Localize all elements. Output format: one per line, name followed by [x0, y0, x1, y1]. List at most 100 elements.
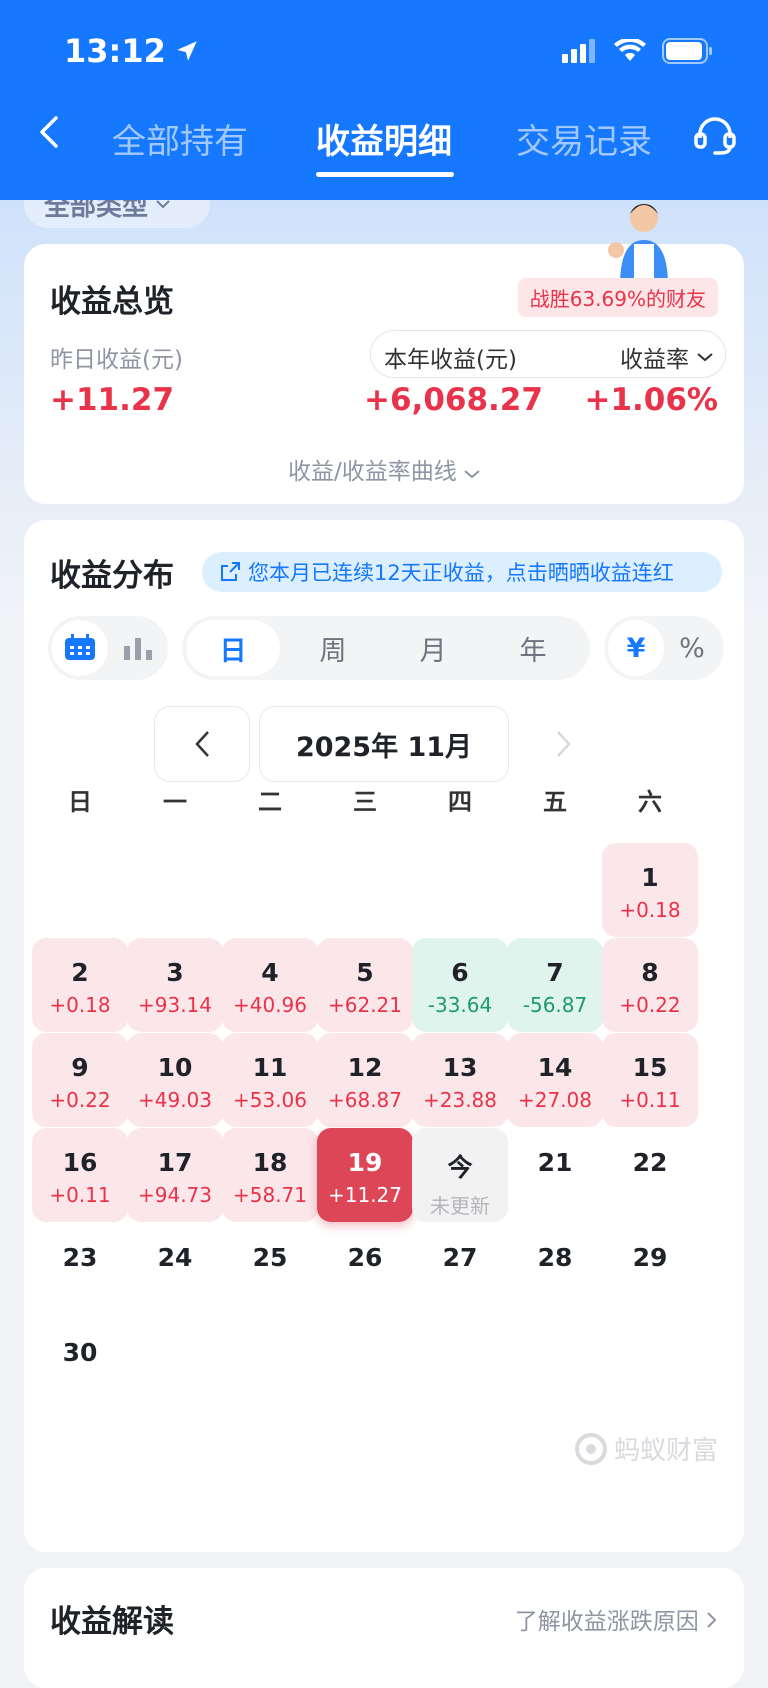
chevron-right-icon	[557, 731, 571, 757]
calendar-day[interactable]: 23	[32, 1223, 128, 1317]
period-week[interactable]: 周	[286, 620, 380, 676]
calendar-day[interactable]: 2 +0.18	[32, 938, 128, 1032]
calendar-day[interactable]: 7 -56.87	[507, 938, 603, 1032]
tab-earnings-detail[interactable]: 收益明细	[316, 114, 452, 163]
day-earnings: +0.22	[49, 1088, 111, 1112]
tab-transaction-records[interactable]: 交易记录	[516, 114, 652, 163]
calendar-day[interactable]: 4 +40.96	[222, 938, 318, 1032]
calendar-day[interactable]: 10 +49.03	[127, 1033, 223, 1127]
app-header: 13:12 全部持有 收益明细 交易记录	[0, 0, 768, 200]
day-number: 今	[447, 1153, 473, 1182]
next-month-button[interactable]	[516, 706, 612, 782]
calendar-day[interactable]: 30	[32, 1318, 128, 1412]
yesterday-earnings-label: 昨日收益(元)	[50, 347, 183, 373]
day-earnings: +49.03	[137, 1088, 212, 1112]
period-month[interactable]: 月	[386, 620, 480, 676]
calendar-day[interactable]: 11 +53.06	[222, 1033, 318, 1127]
share-icon	[221, 562, 240, 581]
tab-all-holdings[interactable]: 全部持有	[112, 114, 248, 163]
yesterday-earnings-value: +11.27	[50, 382, 175, 418]
calendar-day[interactable]: 19 +11.27	[317, 1128, 413, 1222]
day-number: 23	[62, 1243, 98, 1272]
calendar-day[interactable]: 16 +0.11	[32, 1128, 128, 1222]
unit-amount[interactable]: ¥	[608, 620, 664, 676]
day-number: 15	[632, 1053, 668, 1082]
day-earnings: +94.73	[137, 1183, 212, 1207]
calendar-day[interactable]: 17 +94.73	[127, 1128, 223, 1222]
day-number: 25	[252, 1243, 288, 1272]
day-number: 8	[641, 958, 659, 987]
distribution-title: 收益分布	[50, 558, 174, 594]
brand-watermark: 蚂蚁财富	[574, 1430, 718, 1467]
calendar-day[interactable]: 6 -33.64	[412, 938, 508, 1032]
day-earnings: +11.27	[327, 1183, 402, 1207]
day-number: 1	[641, 863, 659, 892]
earnings-analysis-card: 收益解读 了解收益涨跌原因	[24, 1568, 744, 1688]
calendar-view-button[interactable]	[52, 620, 108, 676]
earnings-distribution-card: 收益分布 您本月已连续12天正收益，点击晒晒收益连红 日 周 月 年 ¥ % 2…	[24, 520, 744, 1552]
calendar-day[interactable]: 5 +62.21	[317, 938, 413, 1032]
calendar-day[interactable]: 8 +0.22	[602, 938, 698, 1032]
weekday-label: 六	[638, 788, 662, 816]
calendar-day[interactable]: 24	[127, 1223, 223, 1317]
calendar-day[interactable]: 27	[412, 1223, 508, 1317]
calendar-day[interactable]: 9 +0.22	[32, 1033, 128, 1127]
calendar-day[interactable]: 15 +0.11	[602, 1033, 698, 1127]
active-tab-indicator	[316, 172, 454, 177]
calendar-day[interactable]: 29	[602, 1223, 698, 1317]
unit-percent[interactable]: %	[664, 620, 720, 676]
day-number: 18	[252, 1148, 288, 1177]
wifi-icon	[614, 39, 646, 61]
rank-badge: 战胜63.69%的财友	[517, 278, 718, 317]
day-earnings: +27.08	[517, 1088, 592, 1112]
period-day[interactable]: 日	[186, 620, 280, 676]
day-number: 9	[71, 1053, 89, 1082]
calendar-day[interactable]: 21	[507, 1128, 603, 1222]
calendar-day[interactable]: 26	[317, 1223, 413, 1317]
location-arrow-icon	[177, 41, 197, 61]
day-earnings: -56.87	[522, 993, 588, 1017]
calendar-day[interactable]: 18 +58.71	[222, 1128, 318, 1222]
day-number: 12	[347, 1053, 383, 1082]
curve-toggle[interactable]: 收益/收益率曲线	[24, 452, 744, 486]
calendar-day[interactable]: 3 +93.14	[127, 938, 223, 1032]
bar-view-button[interactable]	[110, 620, 166, 676]
weekday-label: 一	[163, 788, 187, 816]
rate-label: 收益率	[620, 347, 689, 373]
day-earnings: +40.96	[232, 993, 307, 1017]
customer-service-icon[interactable]	[692, 112, 738, 158]
battery-icon	[662, 38, 712, 64]
weekday-label: 四	[448, 788, 472, 816]
calendar-day[interactable]: 今未更新	[412, 1128, 508, 1222]
analysis-link[interactable]: 了解收益涨跌原因	[515, 1602, 718, 1636]
calendar-day[interactable]: 25	[222, 1223, 318, 1317]
day-earnings: +62.21	[327, 993, 402, 1017]
day-earnings: +0.18	[619, 898, 681, 922]
status-bar: 13:12	[0, 30, 768, 74]
chevron-right-icon	[707, 1612, 717, 1628]
day-number: 29	[632, 1243, 668, 1272]
weekday-label: 五	[543, 788, 567, 816]
day-earnings: +0.11	[49, 1183, 111, 1207]
period-year[interactable]: 年	[486, 620, 580, 676]
calendar-day[interactable]: 13 +23.88	[412, 1033, 508, 1127]
calendar-day[interactable]: 1 +0.18	[602, 843, 698, 937]
analysis-link-text: 了解收益涨跌原因	[514, 1609, 699, 1635]
day-number: 16	[62, 1148, 98, 1177]
rate-dropdown[interactable]: 收益率	[620, 340, 713, 374]
prev-month-button[interactable]	[154, 706, 250, 782]
month-label: 2025年 11月	[259, 706, 509, 782]
day-number: 10	[157, 1053, 193, 1082]
day-earnings: +93.14	[137, 993, 212, 1017]
calendar-day[interactable]: 12 +68.87	[317, 1033, 413, 1127]
chevron-down-icon	[697, 353, 713, 362]
day-number: 14	[537, 1053, 573, 1082]
top-nav: 全部持有 收益明细 交易记录	[0, 100, 768, 180]
streak-banner[interactable]: 您本月已连续12天正收益，点击晒晒收益连红	[202, 552, 722, 592]
view-mode-toggle	[48, 616, 168, 680]
calendar-day[interactable]: 14 +27.08	[507, 1033, 603, 1127]
back-arrow-icon[interactable]	[30, 112, 70, 152]
day-number: 27	[442, 1243, 478, 1272]
calendar-day[interactable]: 22	[602, 1128, 698, 1222]
calendar-day[interactable]: 28	[507, 1223, 603, 1317]
